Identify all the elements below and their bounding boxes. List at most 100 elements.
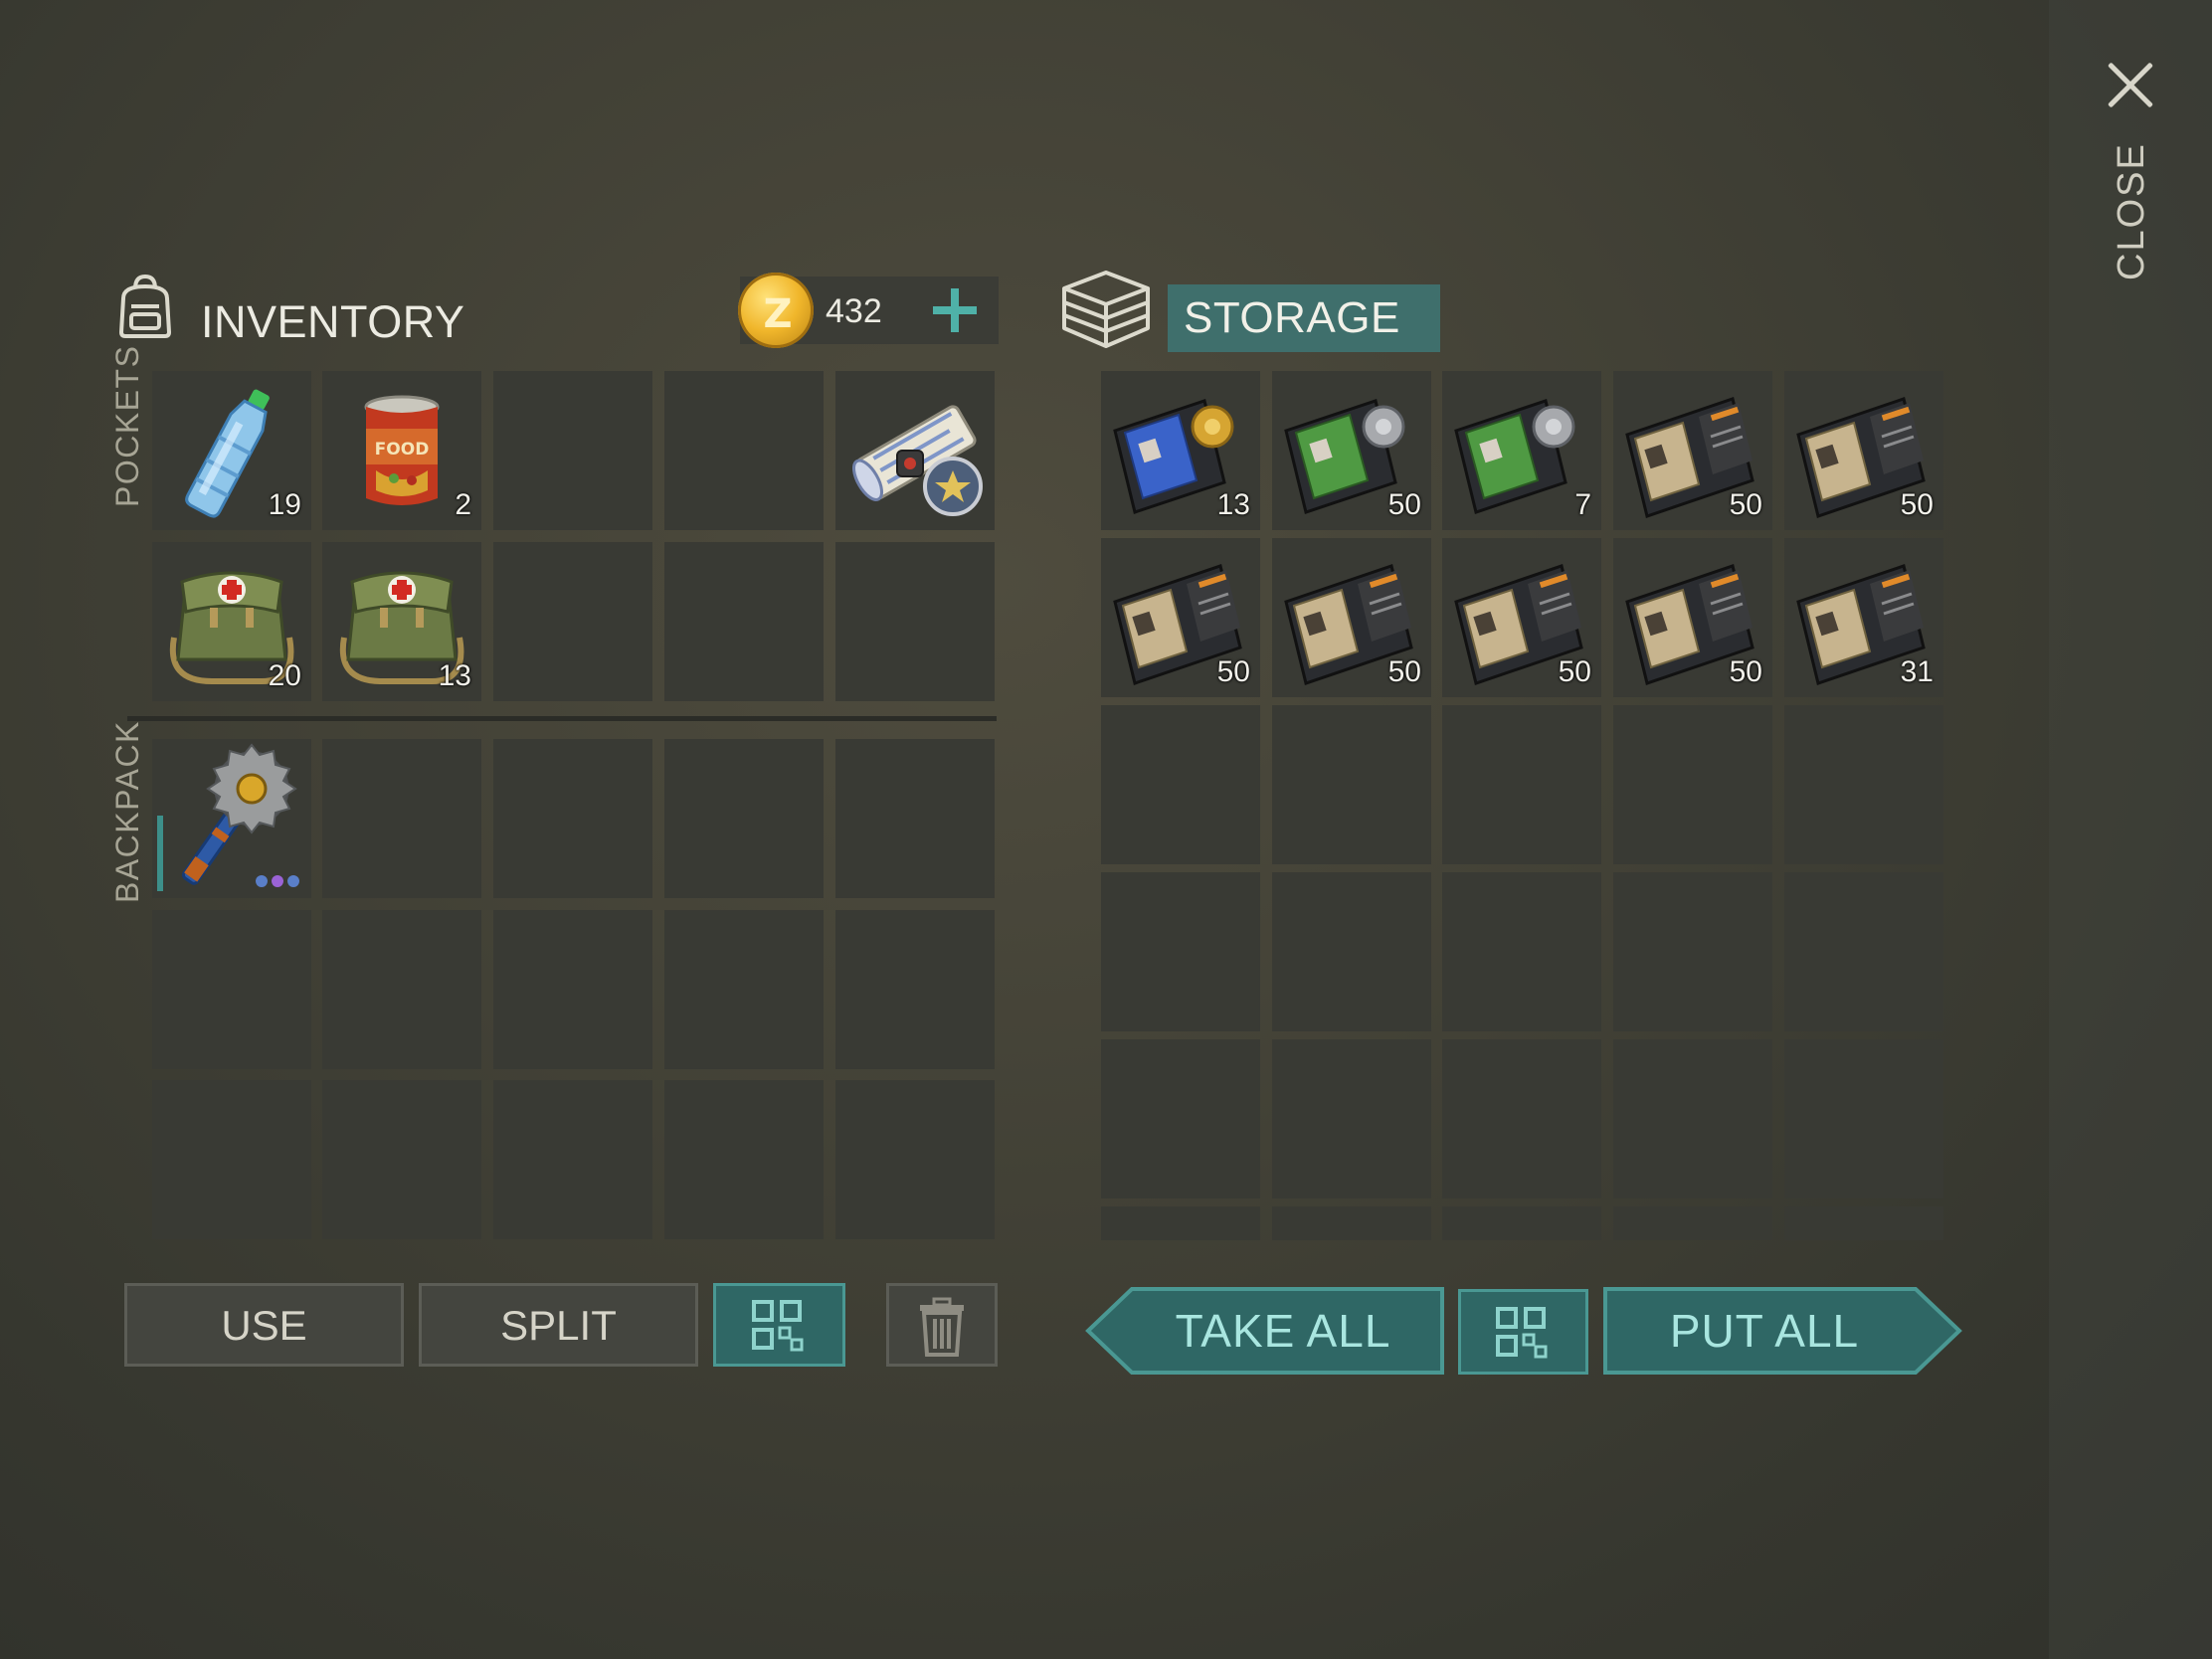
backpack-slot[interactable]	[493, 739, 652, 898]
item-count: 31	[1900, 655, 1934, 688]
storage-slot[interactable]: 13	[1101, 371, 1260, 530]
sort-button[interactable]	[713, 1283, 845, 1367]
backpack-label: BACKPACK	[109, 720, 145, 903]
pocket-slot[interactable]: 19	[152, 371, 311, 530]
storage-slot[interactable]	[1784, 1039, 1943, 1198]
storage-slot[interactable]	[1442, 1039, 1601, 1198]
storage-slot[interactable]	[1101, 1206, 1260, 1240]
trash-icon	[920, 1297, 964, 1357]
storage-slot[interactable]	[1272, 1206, 1431, 1240]
item-count: 50	[1558, 655, 1591, 688]
storage-slot[interactable]: 31	[1784, 538, 1943, 697]
storage-header: STORAGE	[1060, 267, 1448, 352]
coin-symbol: Z	[763, 291, 793, 337]
pocket-slot[interactable]	[835, 371, 995, 530]
pocket-slot[interactable]	[493, 542, 652, 701]
storage-slot[interactable]	[1613, 1039, 1772, 1198]
backpack-slot[interactable]	[835, 739, 995, 898]
backpack-slot[interactable]	[835, 910, 995, 1069]
storage-slot[interactable]	[1272, 705, 1431, 864]
currency-display: Z 432	[738, 273, 999, 348]
close-icon[interactable]	[2103, 58, 2158, 113]
backpack-slot[interactable]	[322, 1080, 481, 1239]
storage-slot[interactable]	[1101, 1039, 1260, 1198]
storage-slot[interactable]: 50	[1613, 538, 1772, 697]
storage-slot[interactable]	[1613, 872, 1772, 1031]
take-all-label: TAKE ALL	[1175, 1305, 1391, 1357]
storage-slot[interactable]: 50	[1272, 371, 1431, 530]
pocket-slot[interactable]: 13	[322, 542, 481, 701]
storage-slot[interactable]	[1272, 872, 1431, 1031]
backpack-slot[interactable]	[664, 1080, 824, 1239]
storage-sort-button[interactable]	[1458, 1289, 1588, 1375]
storage-slot[interactable]	[1784, 872, 1943, 1031]
item-count: 20	[268, 659, 301, 692]
item-count: 50	[1387, 655, 1421, 688]
backpack-slot[interactable]	[493, 1080, 652, 1239]
storage-slot[interactable]: 50	[1272, 538, 1431, 697]
storage-slot[interactable]	[1784, 705, 1943, 864]
item-count: 2	[455, 488, 471, 521]
backpack-slot[interactable]	[152, 739, 311, 898]
item-count: 50	[1729, 655, 1762, 688]
pocket-slot[interactable]	[835, 542, 995, 701]
backpack-slot[interactable]	[493, 910, 652, 1069]
storage-slot[interactable]: 50	[1784, 371, 1943, 530]
sort-grid-icon	[1496, 1307, 1548, 1359]
police-map-icon	[852, 405, 983, 516]
storage-slot[interactable]: 7	[1442, 371, 1601, 530]
backpack-slot[interactable]	[152, 1080, 311, 1239]
storage-box-icon	[1062, 271, 1150, 348]
currency-amount: 432	[826, 292, 882, 330]
storage-slot[interactable]	[1784, 1206, 1943, 1240]
storage-slot[interactable]	[1442, 872, 1601, 1031]
put-all-button[interactable]: PUT ALL	[1601, 1287, 1963, 1375]
item-count: 7	[1574, 488, 1591, 521]
pocket-slot[interactable]	[493, 371, 652, 530]
pocket-slot[interactable]	[664, 542, 824, 701]
pocket-slot[interactable]	[664, 371, 824, 530]
backpack-icon	[118, 275, 172, 338]
backpack-slot[interactable]	[152, 910, 311, 1069]
item-count: 13	[438, 659, 471, 692]
pockets-label: POCKETS	[109, 344, 145, 507]
storage-slot[interactable]: 50	[1101, 538, 1260, 697]
close-label[interactable]: CLOSE	[2111, 142, 2152, 280]
item-count: 50	[1900, 488, 1934, 521]
pocket-slot[interactable]: 20	[152, 542, 311, 701]
backpack-slot[interactable]	[835, 1080, 995, 1239]
put-all-label: PUT ALL	[1669, 1305, 1860, 1357]
take-all-button[interactable]: TAKE ALL	[1084, 1287, 1446, 1375]
backpack-slot[interactable]	[322, 739, 481, 898]
storage-title: STORAGE	[1168, 284, 1440, 352]
storage-slot[interactable]: 50	[1613, 371, 1772, 530]
storage-slot[interactable]	[1613, 705, 1772, 864]
storage-slot[interactable]	[1272, 1039, 1431, 1198]
trash-button[interactable]	[886, 1283, 998, 1367]
durability-bar	[157, 816, 163, 891]
inventory-divider	[127, 716, 997, 721]
item-count: 19	[268, 488, 301, 521]
storage-slot[interactable]: 50	[1442, 538, 1601, 697]
backpack-slot[interactable]	[664, 739, 824, 898]
inventory-title: INVENTORY	[201, 296, 465, 347]
item-count: 50	[1387, 488, 1421, 521]
plus-icon[interactable]	[929, 280, 989, 340]
item-count: 50	[1729, 488, 1762, 521]
storage-slot[interactable]	[1442, 1206, 1601, 1240]
inventory-header: INVENTORY	[111, 269, 509, 348]
upgrade-dots	[252, 874, 303, 887]
sort-grid-icon	[752, 1300, 804, 1352]
storage-slot[interactable]	[1613, 1206, 1772, 1240]
svg-text:FOOD: FOOD	[375, 440, 430, 460]
storage-slot[interactable]	[1442, 705, 1601, 864]
storage-slot[interactable]	[1101, 872, 1260, 1031]
storage-slot[interactable]	[1101, 705, 1260, 864]
backpack-slot[interactable]	[322, 910, 481, 1069]
pocket-slot[interactable]: FOOD 2	[322, 371, 481, 530]
item-count: 13	[1216, 488, 1250, 521]
split-button[interactable]: SPLIT	[419, 1283, 698, 1367]
use-button[interactable]: USE	[124, 1283, 404, 1367]
item-count: 50	[1216, 655, 1250, 688]
backpack-slot[interactable]	[664, 910, 824, 1069]
